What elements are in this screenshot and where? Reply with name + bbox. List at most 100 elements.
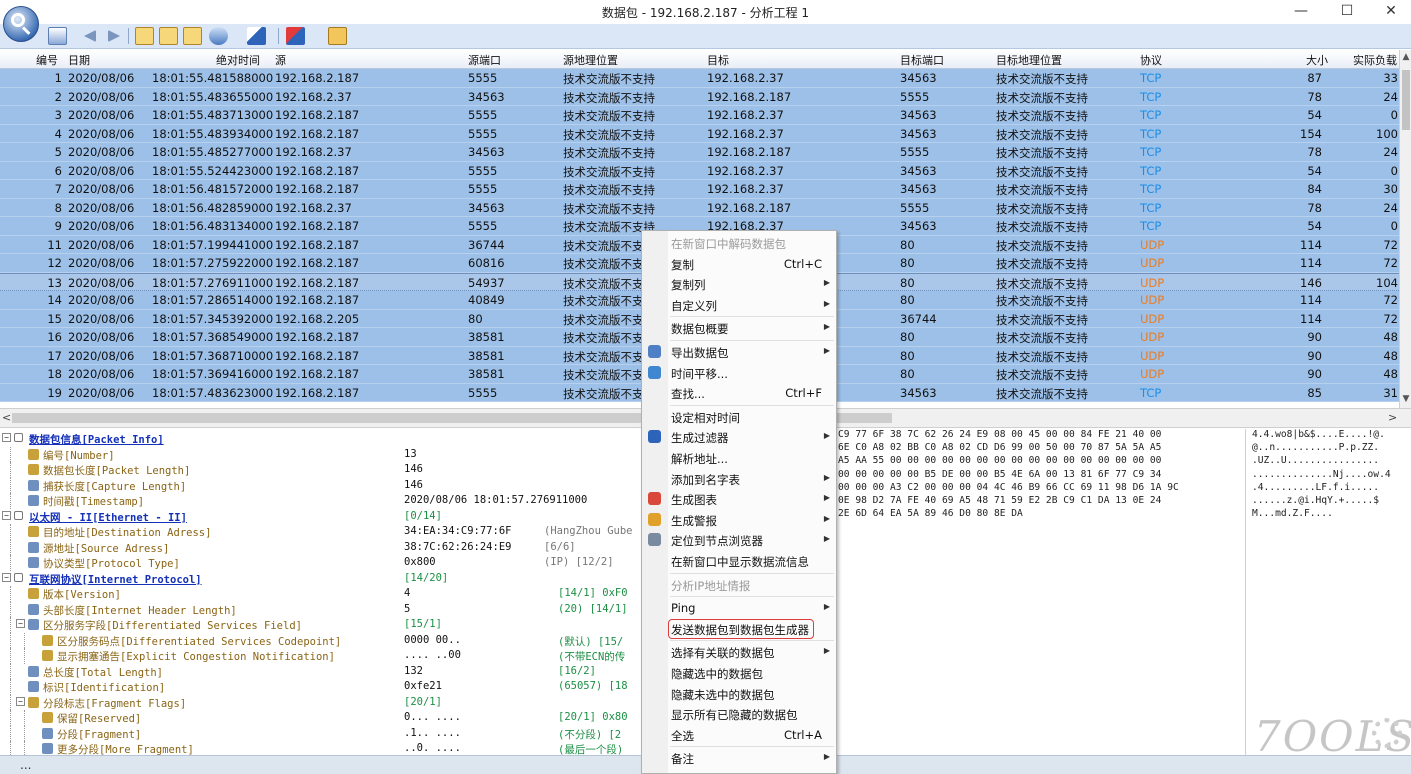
tree-item[interactable]: 时间戳[Timestamp] 2020/08/06 18:01:57.276911… (0, 493, 640, 509)
menu-item[interactable]: 查找... Ctrl+F (642, 383, 836, 403)
tree-item[interactable]: 显示拥塞通告[Explicit Congestion Notification]… (0, 648, 640, 664)
expand-toggle-icon[interactable]: − (2, 510, 11, 520)
expand-toggle-icon[interactable]: − (16, 696, 25, 706)
app-logo-icon[interactable] (3, 6, 39, 42)
expand-toggle-icon[interactable]: − (16, 619, 25, 628)
expand-toggle-icon[interactable]: − (2, 433, 11, 442)
menu-item[interactable]: 全选 Ctrl+A (642, 725, 836, 745)
tree-item[interactable]: 捕获长度[Capture Length] 146 (0, 477, 640, 493)
menu-item[interactable]: 添加到名字表 ▶ (642, 469, 836, 489)
menu-item[interactable]: 生成图表 ▶ (642, 489, 836, 509)
settings-icon[interactable] (328, 27, 347, 45)
close-button[interactable]: ✕ (1368, 0, 1411, 24)
tree-section[interactable]: − 数据包信息[Packet Info] (0, 431, 640, 447)
col-header-number[interactable]: 编号 (36, 52, 58, 68)
cell-size: 78 (1307, 145, 1322, 159)
cell-payload: 72 (1383, 293, 1398, 307)
table-row[interactable]: 7 2020/08/06 18:01:56.481572000 192.168.2.1… (0, 180, 1399, 199)
tree-item[interactable]: 编号[Number] 13 (0, 446, 640, 462)
menu-item[interactable]: 选择有关联的数据包 ▶ (642, 642, 836, 662)
tree-item[interactable]: 保留[Reserved] 0... .... [20/1] 0x80 (0, 710, 640, 726)
table-row[interactable]: 1 2020/08/06 18:01:55.481588000 192.168.2.1… (0, 69, 1399, 88)
menu-item[interactable]: 生成警报 ▶ (642, 510, 836, 530)
decode-view-icon[interactable] (159, 27, 178, 45)
col-header-source-geo[interactable]: 源地理位置 (563, 52, 618, 68)
menu-item[interactable]: Ping ▶ (642, 598, 836, 618)
minimize-button[interactable]: — (1278, 0, 1324, 24)
cell-number: 4 (54, 126, 62, 141)
table-row[interactable]: 3 2020/08/06 18:01:55.483713000 192.168.2.1… (0, 106, 1399, 125)
menu-item[interactable]: 解析地址... (642, 448, 836, 468)
col-header-destination-geo[interactable]: 目标地理位置 (996, 52, 1062, 68)
forward-icon[interactable] (108, 30, 120, 42)
tree-label: 时间戳[Timestamp] (43, 496, 145, 508)
cell-destination-geo: 技术交流版不支持 (996, 294, 1088, 308)
cell-protocol: TCP (1140, 108, 1162, 122)
tree-item[interactable]: 源地址[Source Adress] 38:7C:62:26:24:E9 [6/6] (0, 539, 640, 555)
menu-item[interactable]: 在新窗口中显示数据流信息 (642, 551, 836, 571)
menu-item[interactable]: 隐藏选中的数据包 (642, 663, 836, 683)
table-row[interactable]: 6 2020/08/06 18:01:55.524423000 192.168.2.1… (0, 161, 1399, 180)
tree-item[interactable]: 区分服务码点[Differentiated Services Codepoint… (0, 632, 640, 648)
menu-item-label: 自定义列 (671, 298, 717, 313)
hex-view-icon[interactable] (183, 27, 202, 45)
table-row[interactable]: 8 2020/08/06 18:01:56.482859000 192.168.2.3… (0, 198, 1399, 217)
tree-item[interactable]: 数据包长度[Packet Length] 146 (0, 462, 640, 478)
expand-toggle-icon[interactable]: − (2, 572, 11, 582)
tree-item[interactable]: 标识[Identification] 0xfe21 (65057) [18 (0, 679, 640, 695)
save-icon[interactable] (48, 27, 67, 45)
tree-item[interactable]: 总长度[Total Length] 132 [16/2] (0, 663, 640, 679)
menu-item[interactable]: 高亮 (642, 769, 836, 773)
packet-list-vscrollbar[interactable]: ▲ ▼ (1399, 50, 1411, 408)
menu-item[interactable]: 时间平移... (642, 363, 836, 383)
menu-item[interactable]: 备注 ▶ (642, 748, 836, 768)
menu-item[interactable]: 数据包概要 ▶ (642, 318, 836, 338)
col-header-protocol[interactable]: 协议 (1140, 52, 1162, 68)
maximize-button[interactable]: ☐ (1324, 0, 1370, 24)
tools-icon[interactable] (286, 27, 305, 45)
table-row[interactable]: 2 2020/08/06 18:01:55.483655000 192.168.2.3… (0, 87, 1399, 106)
tree-section[interactable]: − 以太网 - II[Ethernet - II] [0/14] (0, 509, 640, 525)
menu-item[interactable]: 复制 Ctrl+C (642, 254, 836, 274)
cell-time: 18:01:56.483134000 (152, 219, 274, 233)
menu-item[interactable]: 隐藏未选中的数据包 (642, 684, 836, 704)
tree-item[interactable]: − 区分服务字段[Differentiated Services Field] [1… (0, 617, 640, 633)
refresh-icon[interactable] (209, 27, 228, 45)
menu-item[interactable]: 定位到节点浏览器 ▶ (642, 530, 836, 550)
packet-list-view-icon[interactable] (135, 27, 154, 45)
menu-item[interactable]: 显示所有已隐藏的数据包 (642, 704, 836, 724)
menu-item[interactable]: 复制列 ▶ (642, 274, 836, 294)
tree-item[interactable]: 版本[Version] 4 [14/1] 0xF0 (0, 586, 640, 602)
tree-item[interactable]: 目的地址[Destination Adress] 34:EA:34:C9:77:6… (0, 524, 640, 540)
cell-destination-port: 5555 (900, 89, 930, 104)
menu-item[interactable]: 发送数据包到数据包生成器 (642, 618, 836, 639)
tree-guide-line (10, 741, 11, 755)
col-header-size[interactable]: 大小 (1306, 52, 1328, 68)
menu-item[interactable]: 导出数据包 ▶ (642, 342, 836, 362)
tree-item[interactable]: 协议类型[Protocol Type] 0x800 (IP) [12/2] (0, 555, 640, 571)
cell-number: 15 (47, 311, 62, 326)
col-header-destination-port[interactable]: 目标端口 (900, 52, 944, 68)
col-header-date[interactable]: 日期 (68, 52, 90, 68)
tree-item[interactable]: 更多分段[More Fragment] ..0. .... (最后一个段) (0, 741, 640, 755)
col-header-absolute-time[interactable]: 绝对时间 (216, 52, 260, 68)
menu-item[interactable]: 生成过滤器 ▶ (642, 427, 836, 447)
field-icon (42, 650, 53, 661)
tree-item[interactable]: 头部长度[Internet Header Length] 5 (20) [14/1] (0, 601, 640, 617)
tree-item[interactable]: − 分段标志[Fragment Flags] [20/1] (0, 694, 640, 710)
col-header-source[interactable]: 源 (275, 52, 286, 68)
menu-item[interactable]: 自定义列 ▶ (642, 295, 836, 315)
cell-destination-geo: 技术交流版不支持 (996, 127, 1088, 142)
filter-icon[interactable] (247, 27, 266, 45)
tree-section[interactable]: − 互联网协议[Internet Protocol] [14/20] (0, 571, 640, 587)
ascii-line: M...md.Z.F.... (1252, 508, 1333, 520)
back-icon[interactable] (84, 30, 96, 42)
table-row[interactable]: 4 2020/08/06 18:01:55.483934000 192.168.2.1… (0, 124, 1399, 143)
col-header-payload[interactable]: 实际负载 (1353, 52, 1397, 68)
col-header-source-port[interactable]: 源端口 (468, 52, 501, 68)
tree-item[interactable]: 分段[Fragment] .1.. .... (不分段) [2 (0, 725, 640, 741)
col-header-destination[interactable]: 目标 (707, 52, 729, 68)
menu-item[interactable]: 设定相对时间 (642, 407, 836, 427)
table-row[interactable]: 5 2020/08/06 18:01:55.485277000 192.168.2.3… (0, 143, 1399, 162)
tree-guide-line (10, 493, 11, 509)
